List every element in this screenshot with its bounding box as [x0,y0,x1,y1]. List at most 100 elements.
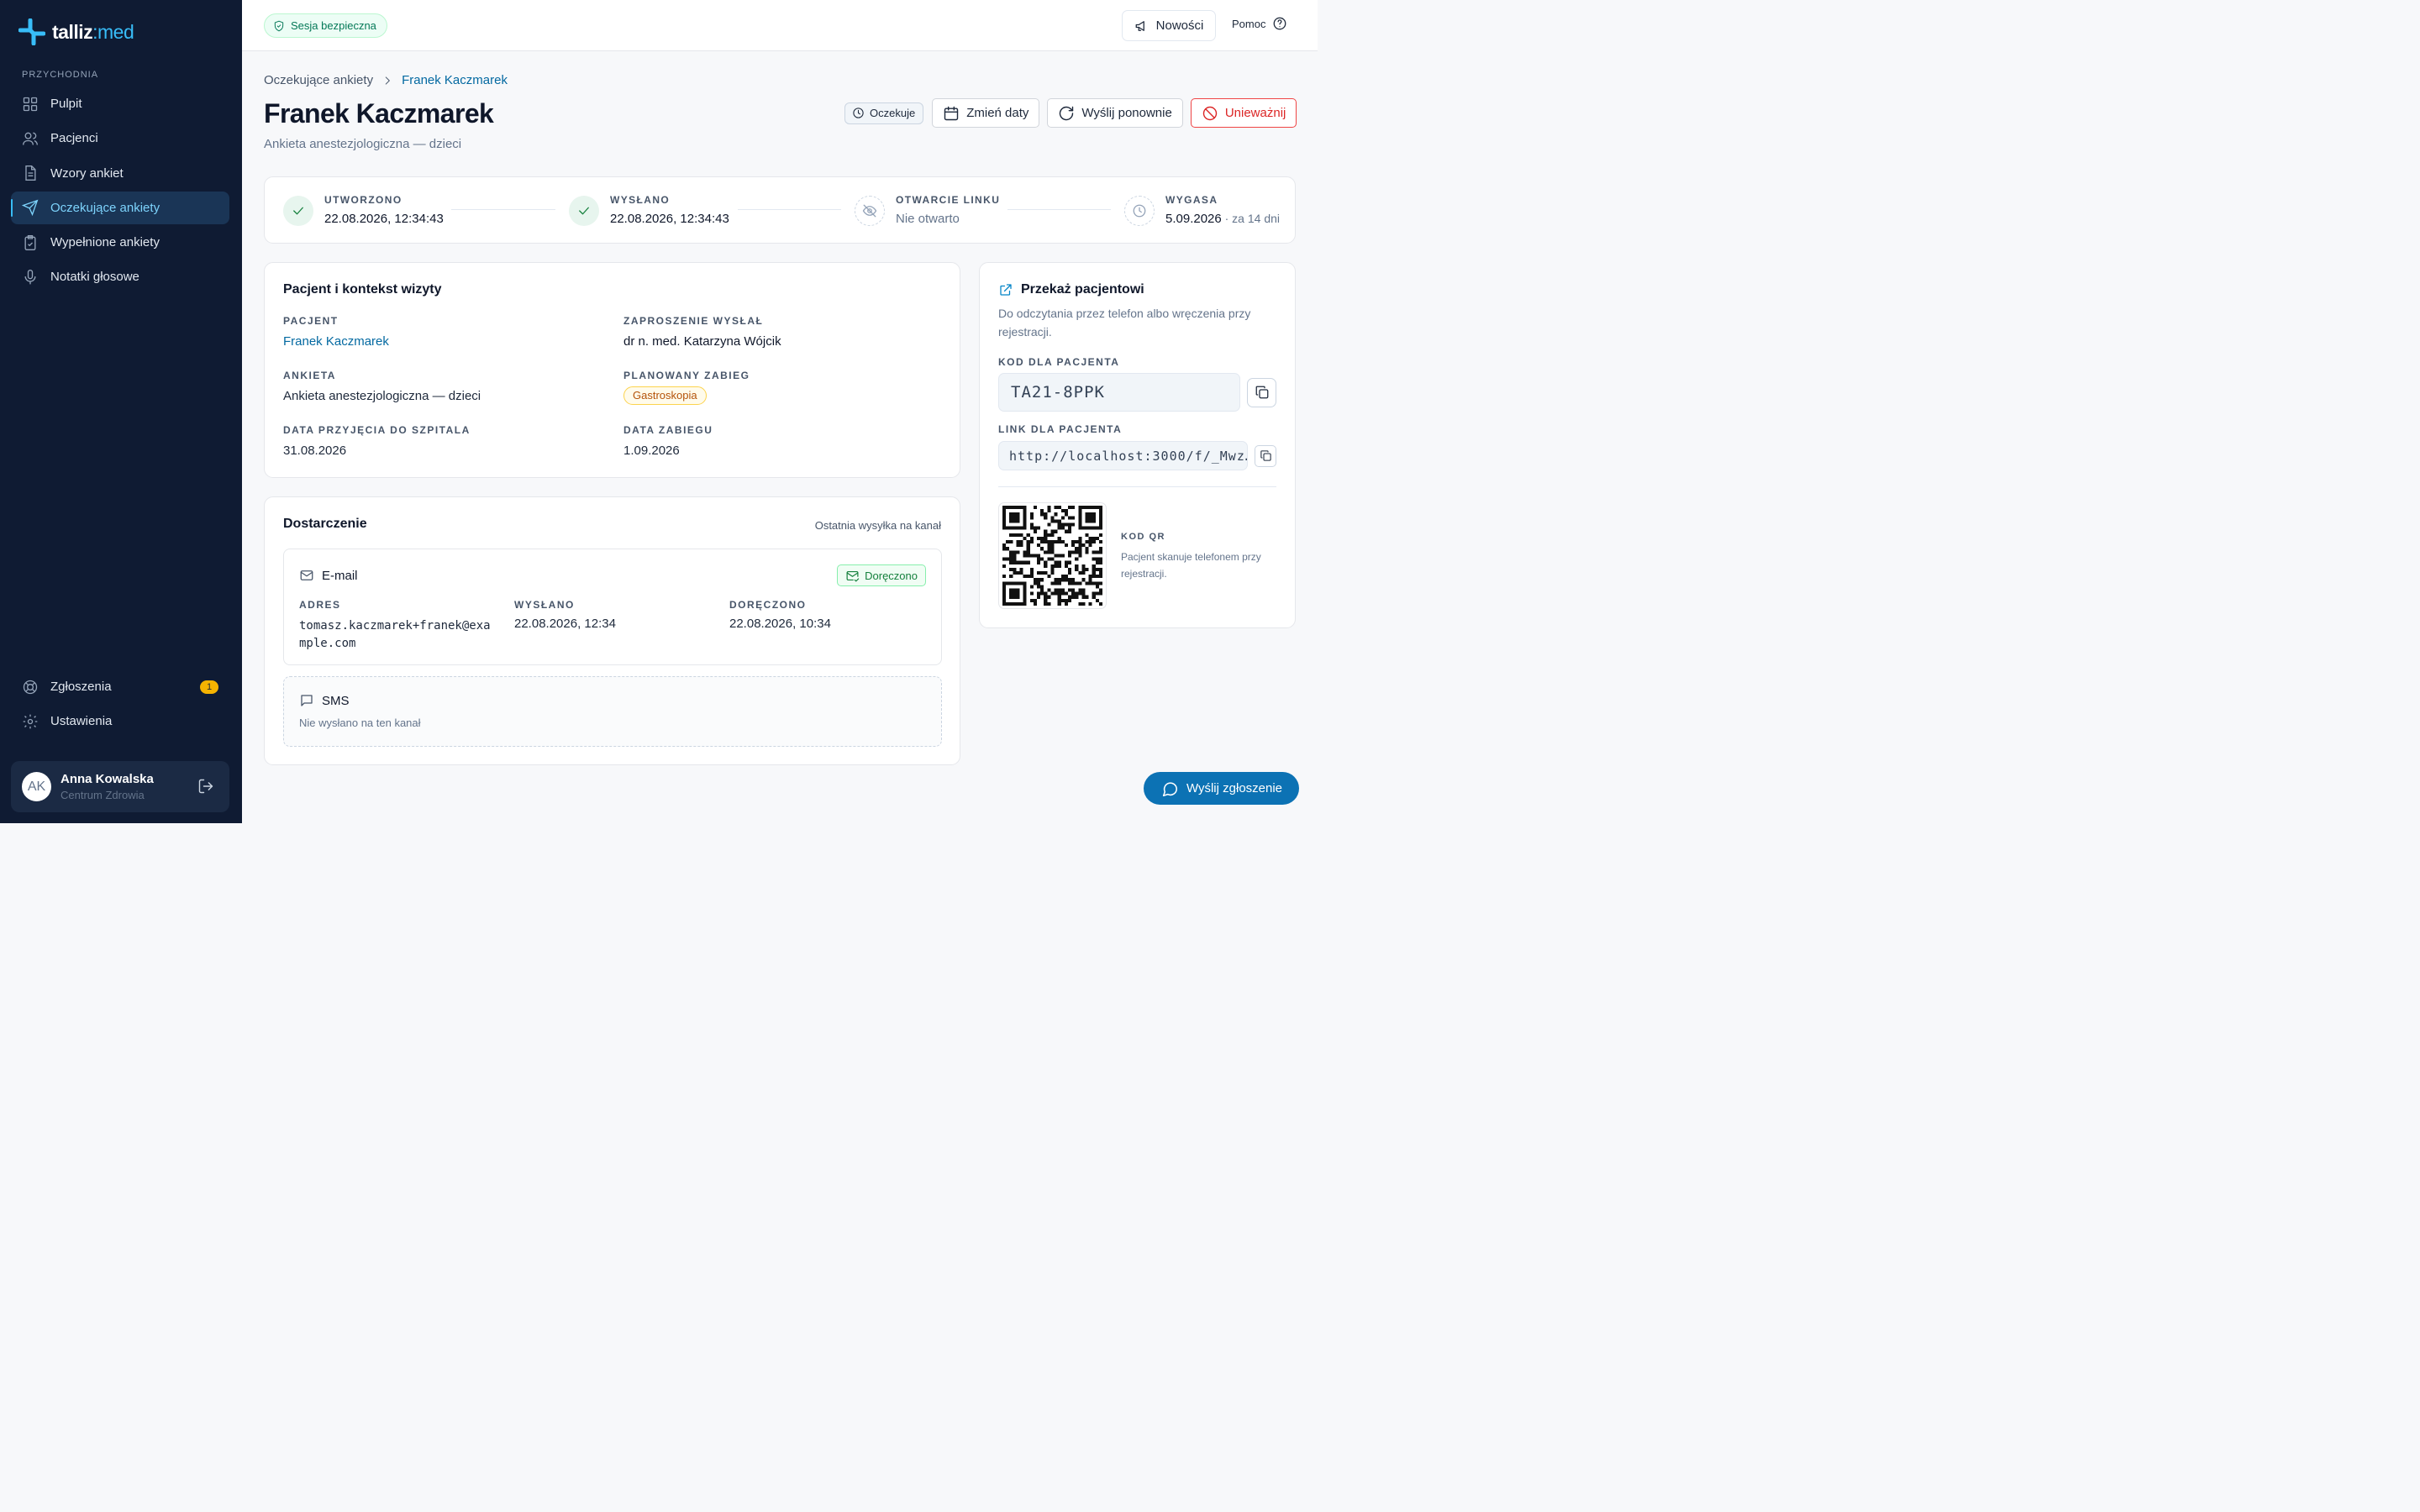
field-value: 22.08.2026, 12:34 [514,617,616,631]
calendar-icon [944,106,959,120]
qr-code-image [1002,506,1102,606]
timeline-connector [738,209,841,210]
sidebar-nav: Pulpit Pacjenci Wzory ankiet Oczekujące … [11,87,229,296]
card-title: Dostarczenie [283,517,367,531]
resend-button[interactable]: Wyślij ponownie [1047,98,1183,128]
timeline-step-label: WYGASA [1165,194,1218,206]
timeline-step-value: Nie otwarto [896,212,960,226]
logout-icon[interactable] [197,778,214,795]
copy-code-button[interactable] [1247,377,1276,407]
sidebar-item-label: Oczekujące ankiety [50,200,160,215]
status-timeline: UTWORZONO 22.08.2026, 12:34:43 WYSŁANO 2… [264,176,1296,244]
news-button[interactable]: Nowości [1122,10,1216,41]
sidebar-item-wzory-ankiet[interactable]: Wzory ankiet [11,157,229,190]
logo[interactable]: talliz:med [18,18,134,45]
sidebar-section-label: PRZYCHODNIA [22,70,99,80]
email-channel-title: E-mail [322,568,358,583]
sidebar-item-pulpit[interactable]: Pulpit [11,87,229,120]
procedure-tag: Gastroskopia [623,386,707,405]
status-badge: Oczekuje [844,102,924,124]
field-label: PACJENT [283,315,339,327]
ban-icon [1202,106,1218,120]
app-root: talliz:med PRZYCHODNIA Pulpit Pacjenci W… [0,0,1318,823]
external-link-icon [1000,284,1012,296]
send-icon [22,199,39,217]
patient-code[interactable]: TA21-8PPK [998,373,1240,412]
sidebar-item-oczekujace-ankiety[interactable]: Oczekujące ankiety [11,191,229,224]
help-label: Pomoc [1232,17,1266,30]
check-icon [569,196,599,226]
sidebar-item-notatki-glosowe[interactable]: Notatki głosowe [11,260,229,293]
sidebar-item-wypelnione-ankiety[interactable]: Wypełnione ankiety [11,226,229,259]
email-delivered-field: DORĘCZONO 22.08.2026, 10:34 [729,599,831,631]
copy-icon [1255,386,1268,399]
sms-channel-header: SMS [299,693,350,708]
logo-icon [18,18,45,45]
message-square-icon [301,695,313,706]
mail-icon [300,570,313,580]
timeline-step-value: 5.09.2026 · za 14 dni [1165,212,1280,226]
field-admission-date: DATA PRZYJĘCIA DO SZPITALA 31.08.2026 [283,424,471,458]
dashboard-icon [23,97,38,111]
logo-text: talliz:med [52,20,134,43]
field-patient: PACJENT Franek Kaczmarek [283,315,389,349]
send-report-button[interactable]: Wyślij zgłoszenie [1144,772,1299,805]
page-title: Franek Kaczmarek [264,98,494,129]
news-label: Nowości [1155,18,1204,33]
page-subtitle: Ankieta anestezjologiczna — dzieci [264,137,462,151]
change-dates-button[interactable]: Zmień daty [932,98,1040,128]
field-label: DATA PRZYJĘCIA DO SZPITALA [283,424,471,436]
field-label: DORĘCZONO [729,599,807,611]
field-value: 1.09.2026 [623,444,680,458]
clock-icon [1124,196,1155,226]
patient-link-field[interactable]: http://localhost:3000/f/_Mwz… [998,441,1248,470]
breadcrumb-current: Franek Kaczmarek [402,73,508,87]
user-org: Centrum Zdrowia [60,789,145,801]
delivery-card: Dostarczenie Ostatnia wysyłka na kanał E… [264,496,960,765]
help-button[interactable]: Pomoc [1232,16,1287,31]
clock-icon [853,108,864,118]
status-label: Oczekuje [870,107,916,119]
field-label: ADRES [299,599,341,611]
timeline-step-opened: OTWARCIE LINKU Nie otwarto [855,192,1000,226]
users-icon [23,132,38,145]
copy-link-button[interactable] [1255,444,1276,467]
sidebar-item-label: Zgłoszenia [50,680,112,694]
eye-off-icon [855,196,885,226]
sidebar-item-ustawienia[interactable]: Ustawienia [11,705,229,738]
invalidate-button[interactable]: Unieważnij [1190,98,1297,128]
sidebar: talliz:med PRZYCHODNIA Pulpit Pacjenci W… [0,0,242,823]
sms-status: Nie wysłano na ten kanał [299,717,421,729]
timeline-step-sent: WYSŁANO 22.08.2026, 12:34:43 [569,192,729,226]
sidebar-bottom-nav: Zgłoszenia 1 Ustawienia [11,670,229,740]
field-survey: ANKIETA Ankieta anestezjologiczna — dzie… [283,370,481,403]
timeline-step-expires: WYGASA 5.09.2026 · za 14 dni [1124,192,1280,226]
handoff-description: Do odczytania przez telefon albo wręczen… [998,307,1251,339]
email-address: tomasz.kaczmarek+franek@exa mple.com [299,619,491,650]
field-value: Ankieta anestezjologiczna — dzieci [283,389,481,403]
link-label: LINK DLA PACJENTA [998,423,1123,435]
delivered-label: Doręczono [865,569,918,582]
patient-context-card: Pacjent i kontekst wizyty PACJENT Franek… [264,262,960,478]
sidebar-item-label: Wypełnione ankiety [50,235,160,250]
invalidate-label: Unieważnij [1224,106,1286,120]
field-label: DATA ZABIEGU [623,424,713,436]
field-label: ANKIETA [283,370,336,381]
user-name: Anna Kowalska [60,772,154,786]
timeline-step-label: UTWORZONO [324,194,402,206]
field-label: WYSŁANO [514,599,575,611]
field-procedure: PLANOWANY ZABIEG Gastroskopia [623,370,750,405]
sidebar-item-pacjenci[interactable]: Pacjenci [11,122,229,155]
patient-link[interactable]: Franek Kaczmarek [283,334,389,349]
secure-session-label: Sesja bezpieczna [291,19,376,32]
timeline-step-label: WYSŁANO [610,194,671,206]
email-address-field: ADRES tomasz.kaczmarek+franek@exa mple.co… [299,599,491,653]
change-dates-label: Zmień daty [966,106,1029,120]
breadcrumb-parent-link[interactable]: Oczekujące ankiety [264,73,373,87]
sidebar-item-zgloszenia[interactable]: Zgłoszenia 1 [11,670,229,703]
send-report-label: Wyślij zgłoszenie [1186,781,1283,795]
resend-label: Wyślij ponownie [1081,106,1172,120]
handoff-header: Przekaż pacjentowi [998,282,1144,297]
timeline-step-label: OTWARCIE LINKU [896,194,1001,206]
user-card: AK Anna Kowalska Centrum Zdrowia [11,761,229,812]
